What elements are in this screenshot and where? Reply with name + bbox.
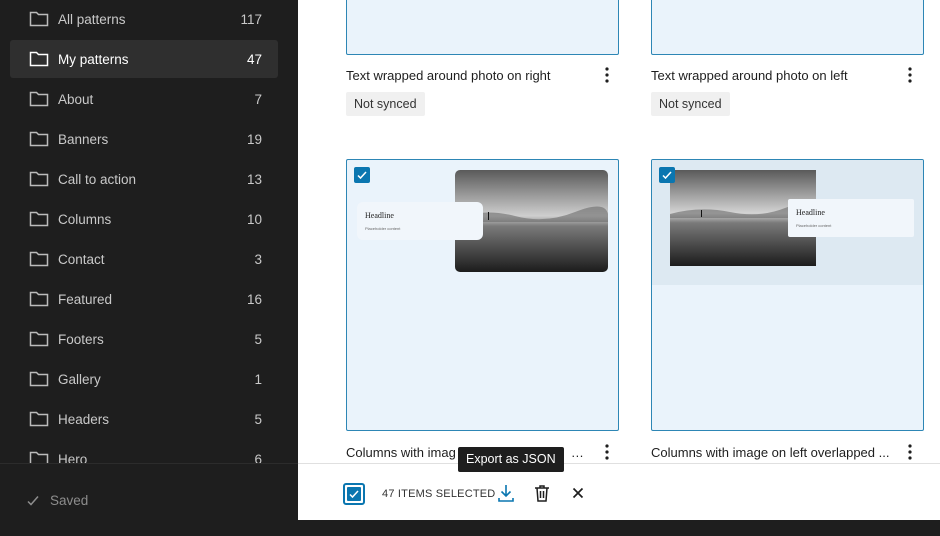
category-label: Headers <box>58 412 110 427</box>
category-all-patterns[interactable]: All patterns 117 <box>10 0 278 38</box>
category-count: 1 <box>254 372 262 387</box>
placeholder-heading: Headline <box>796 208 825 217</box>
more-options-icon[interactable] <box>600 66 614 84</box>
category-count: 7 <box>254 92 262 107</box>
category-columns[interactable]: Columns 10 <box>10 200 278 238</box>
folder-icon <box>29 411 49 427</box>
folder-icon <box>29 291 49 307</box>
pattern-checkbox[interactable] <box>354 167 370 183</box>
sidebar-divider <box>0 463 298 464</box>
category-count: 117 <box>240 12 262 27</box>
pattern-title-start: Columns with imag <box>346 445 456 460</box>
category-contact[interactable]: Contact 3 <box>10 240 278 278</box>
sidebar: All patterns 117 My patterns 47 About 7 … <box>0 0 298 536</box>
category-list: All patterns 117 My patterns 47 About 7 … <box>0 0 298 463</box>
selected-count: 47 ITEMS SELECTED <box>382 488 496 500</box>
category-count: 19 <box>246 132 262 147</box>
folder-icon <box>29 371 49 387</box>
category-label: Banners <box>58 132 109 147</box>
sync-status-badge: Not synced <box>651 92 730 116</box>
placeholder-text: Placeholder content <box>365 226 401 231</box>
category-label: Call to action <box>58 172 137 187</box>
pattern-preview[interactable]: Headline Placeholder content <box>651 159 924 431</box>
category-count: 10 <box>246 212 262 227</box>
folder-icon <box>29 451 49 463</box>
category-my-patterns[interactable]: My patterns 47 <box>10 40 278 78</box>
category-banners[interactable]: Banners 19 <box>10 120 278 158</box>
category-label: Contact <box>58 252 105 267</box>
category-count: 5 <box>254 412 262 427</box>
folder-icon <box>29 131 49 147</box>
close-icon[interactable] <box>568 483 588 503</box>
save-status: Saved <box>26 493 88 508</box>
check-icon <box>349 490 359 499</box>
folder-icon <box>29 51 49 67</box>
category-gallery[interactable]: Gallery 1 <box>10 360 278 398</box>
select-all-checkbox[interactable] <box>343 483 365 505</box>
check-icon <box>357 171 367 180</box>
category-label: Columns <box>58 212 112 227</box>
save-status-label: Saved <box>50 493 89 508</box>
more-options-icon[interactable] <box>903 66 917 84</box>
folder-icon <box>29 171 49 187</box>
category-count: 5 <box>254 332 262 347</box>
category-count: 3 <box>254 252 262 267</box>
text-block: Headline Placeholder content <box>788 199 914 237</box>
pattern-title[interactable]: Columns with image on left overlapped ..… <box>651 445 893 460</box>
category-label: My patterns <box>58 52 129 67</box>
pattern-preview[interactable] <box>346 0 619 55</box>
category-footers[interactable]: Footers 5 <box>10 320 278 358</box>
placeholder-heading: Headline <box>365 211 394 220</box>
category-label: All patterns <box>58 12 126 27</box>
app: All patterns 117 My patterns 47 About 7 … <box>0 0 940 536</box>
trash-icon[interactable] <box>532 483 552 503</box>
category-about[interactable]: About 7 <box>10 80 278 118</box>
pattern-title[interactable]: Text wrapped around photo on right <box>346 68 576 83</box>
category-headers[interactable]: Headers 5 <box>10 400 278 438</box>
category-label: Hero <box>58 452 88 463</box>
pattern-title[interactable]: Text wrapped around photo on left <box>651 68 881 83</box>
more-options-icon[interactable] <box>903 443 917 461</box>
category-label: Featured <box>58 292 113 307</box>
category-label: About <box>58 92 94 107</box>
export-tooltip: Export as JSON <box>458 447 564 472</box>
category-hero[interactable]: Hero 6 <box>10 440 278 463</box>
pattern-checkbox[interactable] <box>659 167 675 183</box>
folder-icon <box>29 251 49 267</box>
folder-icon <box>29 331 49 347</box>
category-featured[interactable]: Featured 16 <box>10 280 278 318</box>
category-label: Gallery <box>58 372 101 387</box>
category-count: 47 <box>246 52 262 67</box>
category-count: 6 <box>254 452 262 463</box>
bulk-actions-bar: 47 ITEMS SELECTED <box>298 463 940 520</box>
text-block: Headline Placeholder content <box>357 202 483 240</box>
category-call-to-action[interactable]: Call to action 13 <box>10 160 278 198</box>
more-options-icon[interactable] <box>600 443 614 461</box>
category-count: 13 <box>246 172 262 187</box>
folder-icon <box>29 11 49 27</box>
placeholder-text: Placeholder content <box>796 223 832 228</box>
category-count: 16 <box>246 292 262 307</box>
download-icon[interactable] <box>496 483 516 503</box>
folder-icon <box>29 91 49 107</box>
pattern-preview[interactable]: Headline Placeholder content <box>346 159 619 431</box>
category-label: Footers <box>58 332 104 347</box>
check-icon <box>27 495 39 506</box>
check-icon <box>662 171 672 180</box>
sync-status-badge: Not synced <box>346 92 425 116</box>
pattern-grid: Text wrapped around photo on right Not s… <box>298 0 940 520</box>
pattern-preview[interactable] <box>651 0 924 55</box>
folder-icon <box>29 211 49 227</box>
